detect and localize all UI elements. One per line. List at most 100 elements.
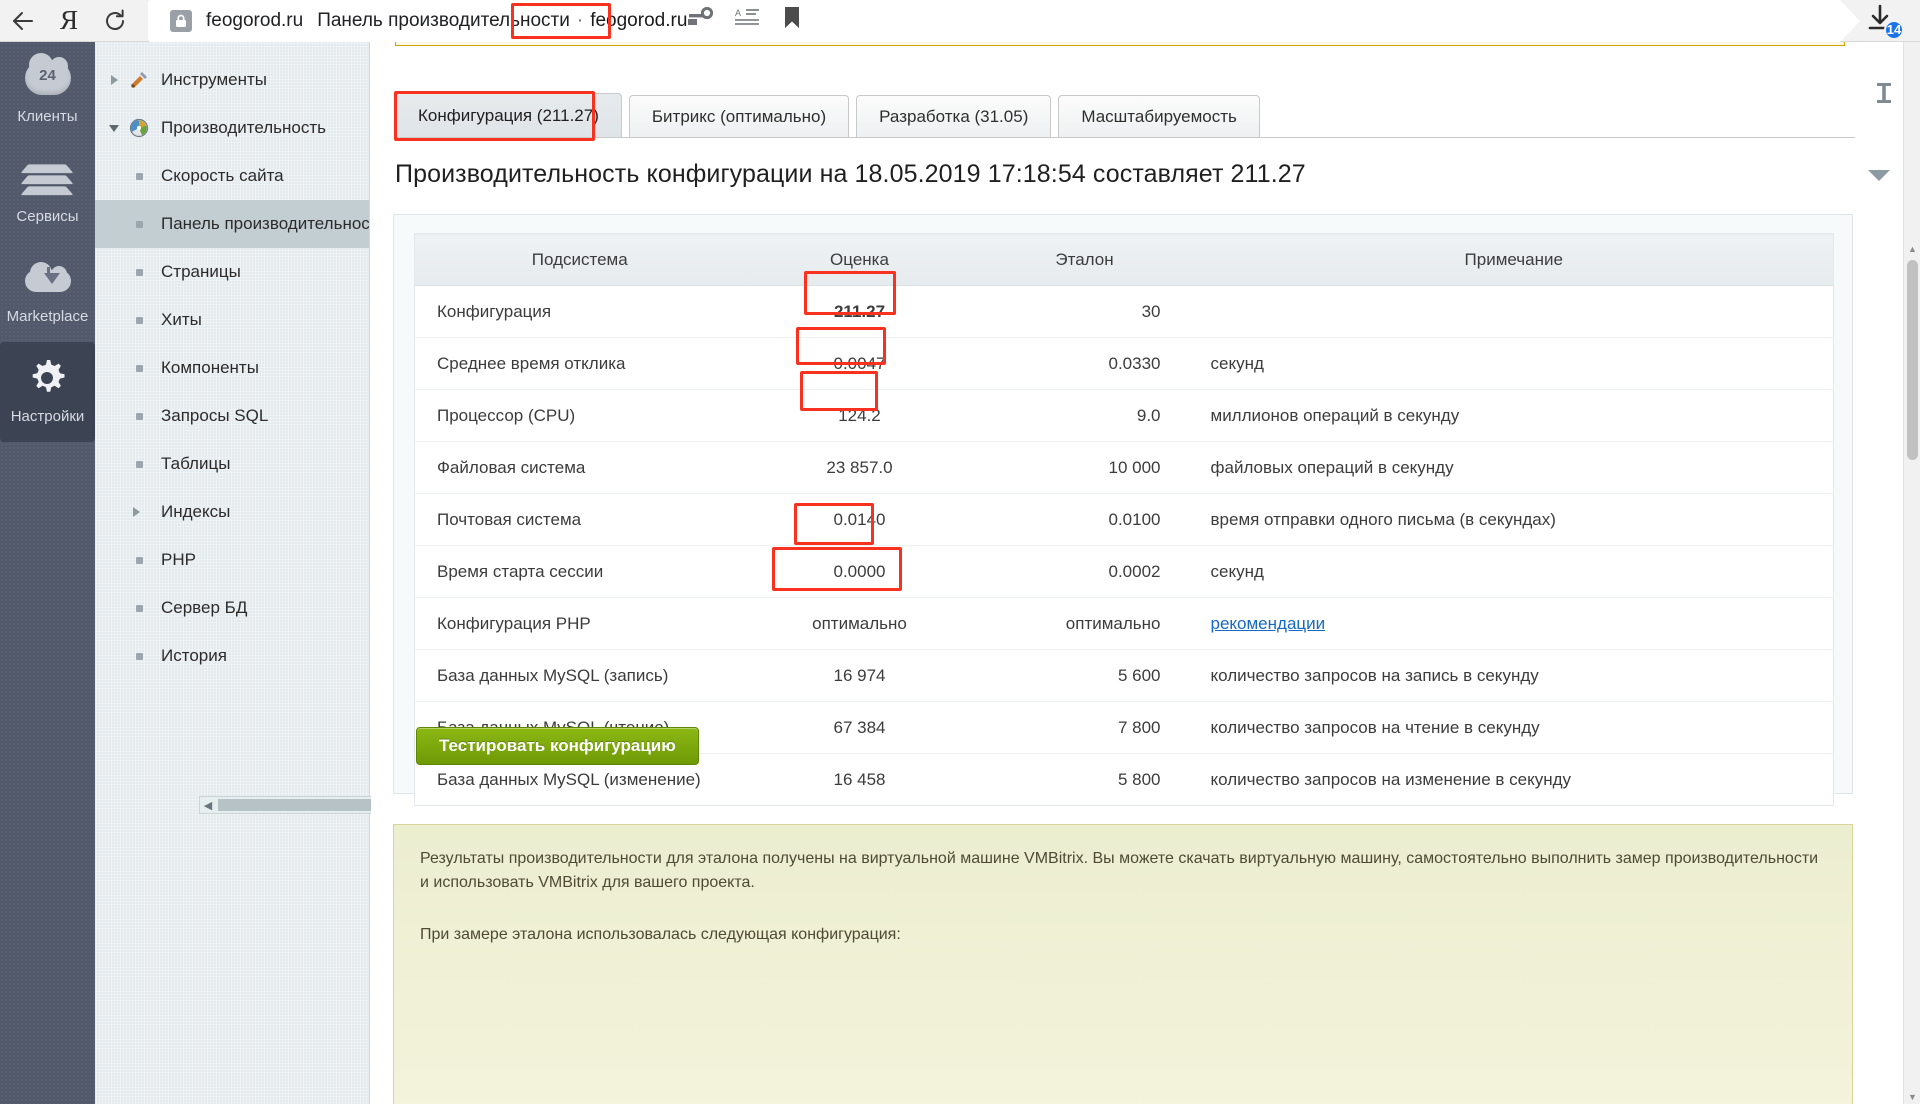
left-rail: 24 Клиенты Сервисы Marketplace Настройки: [0, 42, 95, 1104]
performance-panel: Подсистема Оценка Эталон Примечание Конф…: [393, 214, 1853, 806]
page-scrollbar[interactable]: ▲ ▼: [1903, 42, 1920, 1104]
test-configuration-button-label: Тестировать конфигурацию: [439, 736, 676, 755]
scrollbar-thumb[interactable]: [1907, 260, 1918, 460]
tools-icon: [125, 70, 153, 90]
omnibox-separator: ·: [576, 9, 584, 31]
tab-configuration[interactable]: Конфигурация (211.27): [395, 93, 622, 137]
bullet-icon: [125, 604, 153, 612]
sidebar-item-history[interactable]: История: [95, 632, 369, 680]
table-row: Почтовая система 0.0140 0.0100 время отп…: [414, 493, 1834, 546]
bullet-icon: [125, 460, 153, 468]
chevron-right-icon[interactable]: [103, 75, 125, 85]
address-bar[interactable]: feogorod.ru Панель производительности · …: [148, 0, 1860, 42]
table-row: Среднее время отклика 0.0047 0.0330 секу…: [414, 337, 1834, 390]
cloud-download-icon: [24, 256, 71, 300]
sidebar-item-site-speed[interactable]: Скорость сайта: [95, 152, 369, 200]
arrow-left-icon: [10, 8, 36, 34]
cell-note: файловых операций в секунду: [1194, 441, 1834, 494]
sidebar-item-performance[interactable]: Производительность: [95, 104, 369, 152]
page-title: Производительность конфигурации на 18.05…: [395, 160, 1306, 188]
cell-score: 23 857.0: [744, 441, 975, 494]
sidebar-item-tools[interactable]: Инструменты: [95, 56, 369, 104]
browser-toolbar: Я feogorod.ru Панель производительности …: [0, 0, 1920, 42]
sidebar-item-components[interactable]: Компоненты: [95, 344, 369, 392]
tab-label: Разработка (31.05): [879, 106, 1029, 126]
reload-button[interactable]: [92, 0, 138, 42]
sidebar-item-hits[interactable]: Хиты: [95, 296, 369, 344]
omnibox-host: feogorod.ru: [206, 9, 304, 31]
sidebar-tree: Инструменты Производительность Скорость …: [95, 42, 457, 1104]
tab-bitrix[interactable]: Битрикс (оптимально): [628, 95, 850, 137]
sidebar-item-label: Скорость сайта: [161, 166, 284, 185]
sidebar-item-pages[interactable]: Страницы: [95, 248, 369, 296]
bullet-icon: [125, 316, 153, 324]
cell-score: 211.27: [744, 285, 975, 338]
chevron-right-icon[interactable]: [125, 507, 147, 517]
sidebar-item-sql-queries[interactable]: Запросы SQL: [95, 392, 369, 440]
php-recommendations-link[interactable]: рекомендации: [1211, 614, 1326, 633]
bullet-icon: [125, 556, 153, 564]
omnibox-page-title: Панель производительности: [317, 9, 570, 31]
yandex-logo-icon: Я: [59, 5, 78, 35]
cell-note: секунд: [1194, 545, 1834, 598]
rail-item-label: Marketplace: [6, 308, 89, 325]
sidebar-item-performance-panel[interactable]: Панель производительности: [95, 200, 369, 248]
sidebar-item-php[interactable]: PHP: [95, 536, 369, 584]
cell-note: секунд: [1194, 337, 1834, 390]
cell-score: 0.0047: [744, 337, 975, 390]
rail-item-clients[interactable]: 24 Клиенты: [0, 42, 95, 142]
reader-mode-icon[interactable]: A: [735, 7, 761, 34]
caret-down-icon[interactable]: [1868, 170, 1890, 181]
cell-reference: 0.0330: [974, 337, 1195, 390]
password-key-icon[interactable]: [687, 6, 714, 34]
back-button[interactable]: [0, 0, 46, 42]
cell-subsystem: Конфигурация: [414, 285, 745, 338]
rail-item-label: Сервисы: [16, 208, 79, 225]
cell-reference: 9.0: [974, 389, 1195, 442]
cell-subsystem: Почтовая система: [414, 493, 745, 546]
sidebar-item-label: Хиты: [161, 310, 202, 329]
bullet-icon: [125, 652, 153, 660]
downloads-button[interactable]: 14: [1840, 0, 1920, 42]
sidebar-item-indexes[interactable]: Индексы: [95, 488, 369, 536]
rail-item-settings[interactable]: Настройки: [0, 342, 95, 442]
cell-score: 124.2: [744, 389, 975, 442]
cell-reference: 0.0100: [974, 493, 1195, 546]
cell-subsystem: Время старта сессии: [414, 545, 745, 598]
tab-development[interactable]: Разработка (31.05): [856, 95, 1052, 137]
tab-scalability[interactable]: Масштабируемость: [1058, 95, 1260, 137]
rail-item-services[interactable]: Сервисы: [0, 142, 95, 242]
rail-item-label: Клиенты: [17, 108, 78, 125]
rail-item-marketplace[interactable]: Marketplace: [0, 242, 95, 342]
cell-reference: оптимально: [974, 597, 1195, 650]
cell-note: количество запросов на запись в секунду: [1194, 649, 1834, 702]
cell-score: 0.0140: [744, 493, 975, 546]
scroll-up-arrow-icon[interactable]: ▲: [1908, 244, 1917, 254]
top-notice-strip: [395, 42, 1845, 46]
test-configuration-button[interactable]: Тестировать конфигурацию: [416, 727, 699, 765]
cell-reference: 10 000: [974, 441, 1195, 494]
sidebar-item-label: Сервер БД: [161, 598, 248, 617]
tab-label: Масштабируемость: [1081, 106, 1237, 126]
lock-icon[interactable]: [170, 9, 192, 32]
cell-score: 16 974: [744, 649, 975, 702]
sidebar-item-label: Индексы: [161, 502, 231, 521]
rail-item-label: Настройки: [10, 408, 85, 425]
benchmark-infobox: Результаты производительности для эталон…: [393, 824, 1853, 1104]
cell-reference: 30: [974, 285, 1195, 338]
table-header-row: Подсистема Оценка Эталон Примечание: [414, 233, 1834, 286]
sidebar-item-tables[interactable]: Таблицы: [95, 440, 369, 488]
sidebar-item-db-server[interactable]: Сервер БД: [95, 584, 369, 632]
pin-icon[interactable]: [1874, 82, 1894, 113]
cloud-24-icon: 24: [24, 53, 71, 100]
scroll-left-arrow-icon[interactable]: ◀: [200, 799, 216, 812]
yandex-home-button[interactable]: Я: [46, 0, 92, 42]
table-row: Конфигурация PHP оптимально оптимально р…: [414, 597, 1834, 650]
scroll-down-arrow-icon[interactable]: ▼: [1908, 1092, 1917, 1102]
cell-note: количество запросов на изменение в секун…: [1210, 769, 1572, 789]
cell-subsystem: Среднее время отклика: [414, 337, 745, 390]
table-row: Файловая система 23 857.0 10 000 файловы…: [414, 441, 1834, 494]
sidebar-item-label: Инструменты: [161, 70, 268, 89]
bookmark-icon[interactable]: [783, 6, 801, 35]
chevron-down-icon[interactable]: [103, 124, 125, 132]
